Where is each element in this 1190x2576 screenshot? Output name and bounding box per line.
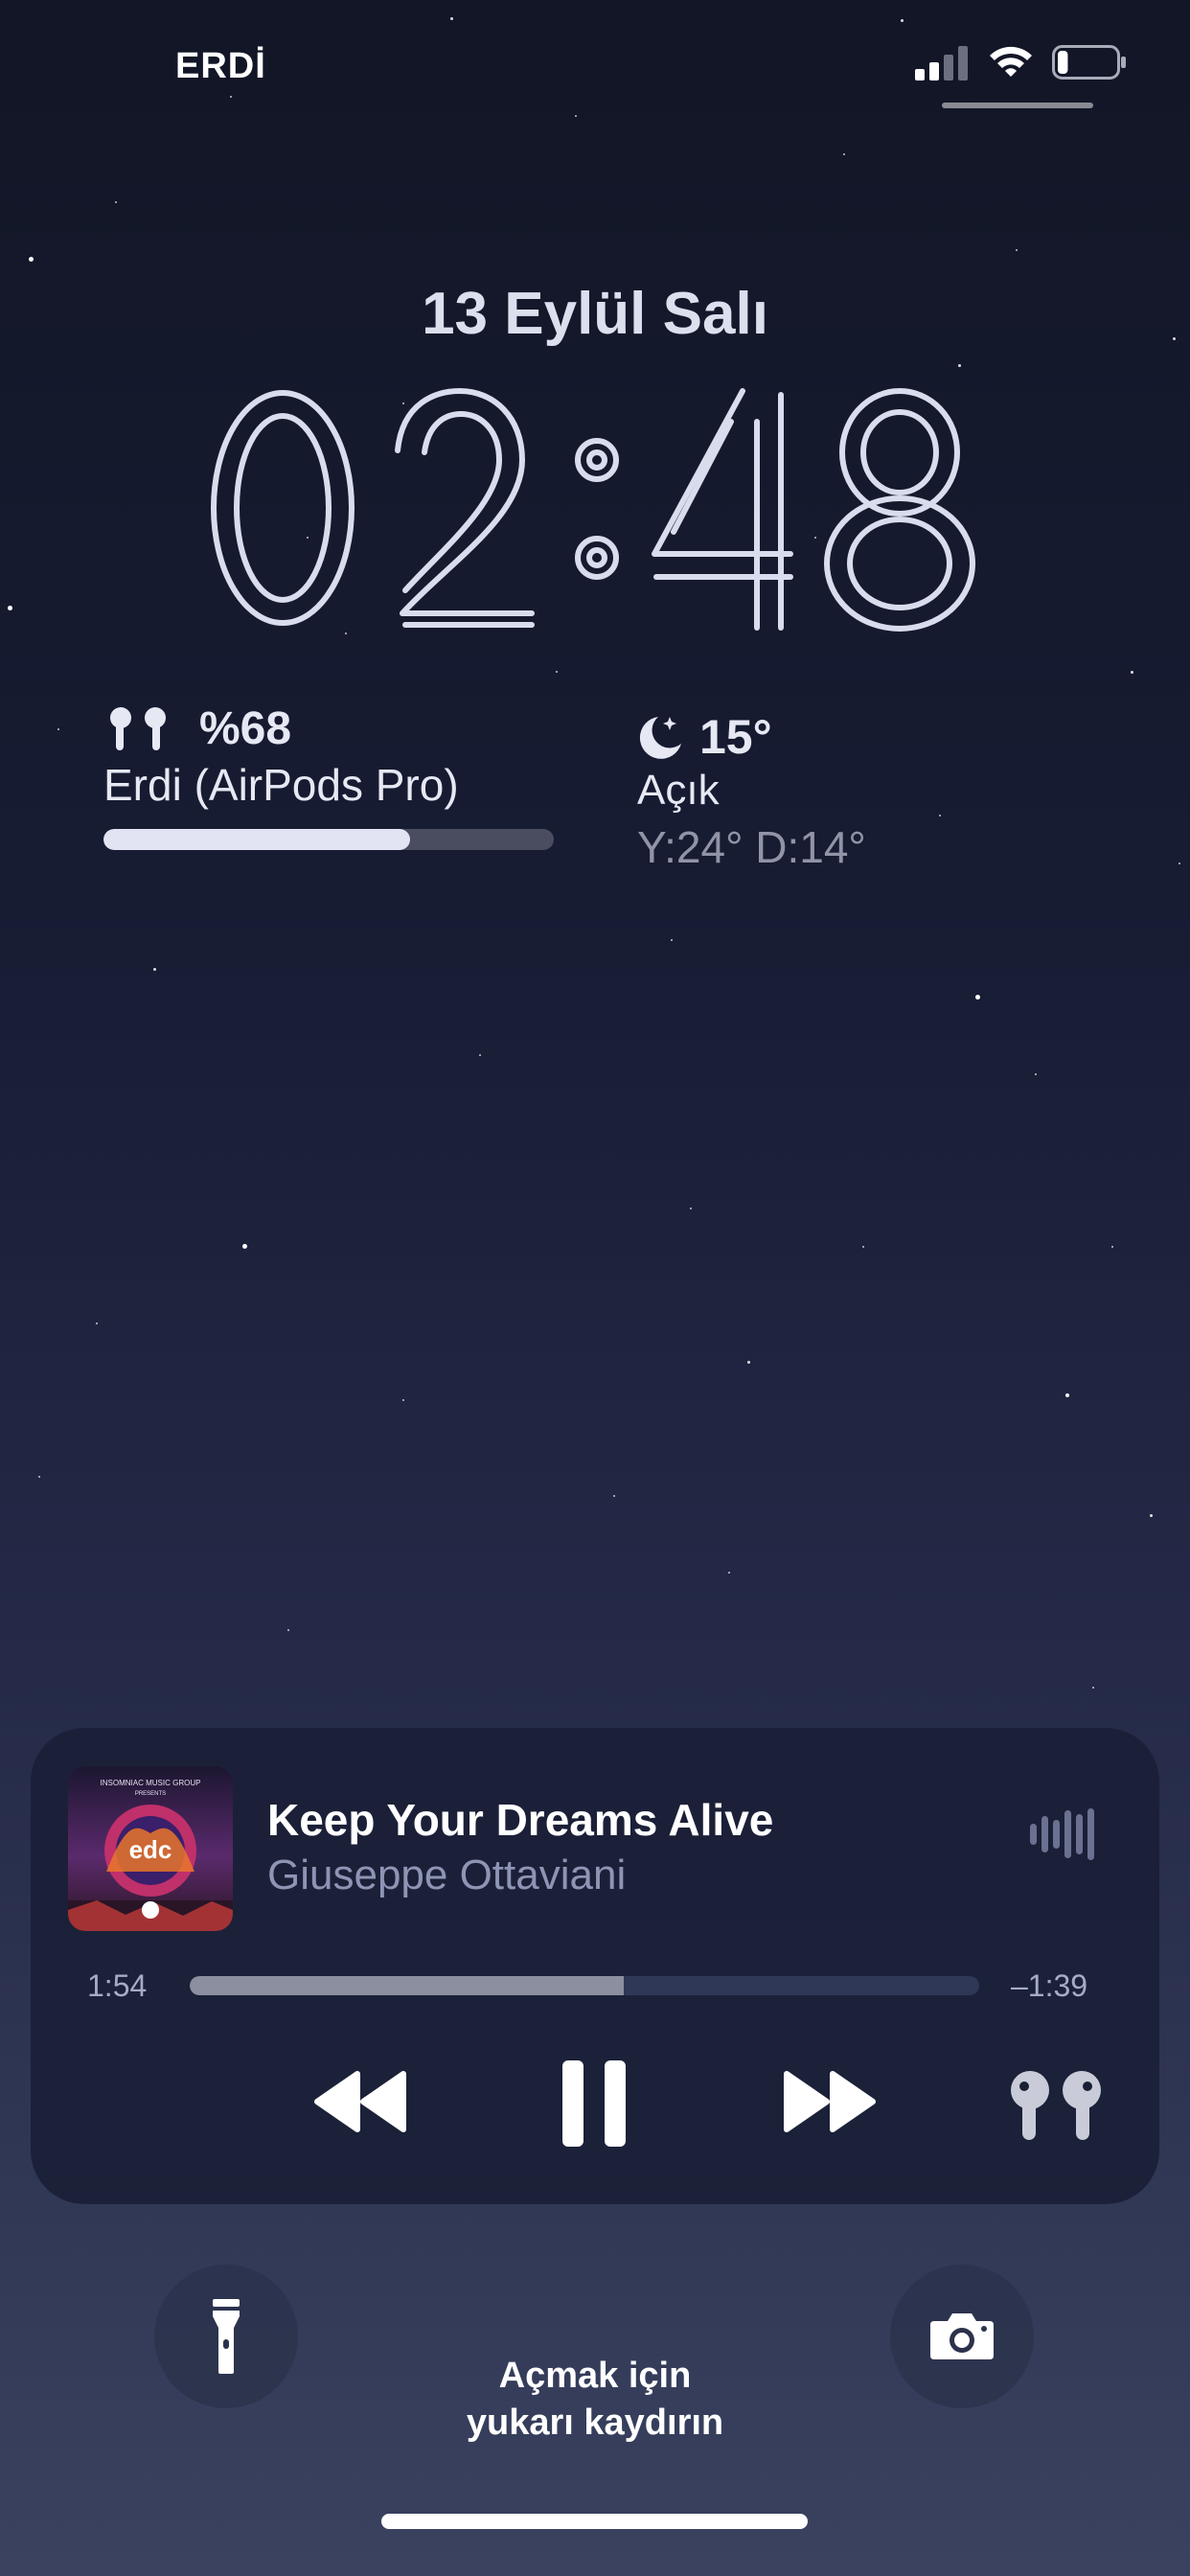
star xyxy=(1111,1246,1113,1248)
song-artist[interactable]: Giuseppe Ottaviani xyxy=(267,1852,626,1899)
song-title[interactable]: Keep Your Dreams Alive xyxy=(267,1794,773,1846)
airpods-icon xyxy=(110,707,166,750)
star xyxy=(728,1572,730,1574)
star xyxy=(939,815,941,816)
rewind-icon xyxy=(314,2071,406,2132)
star xyxy=(975,995,980,1000)
remaining-time: –1:39 xyxy=(1011,1968,1088,2003)
album-artwork-image: INSOMNIAC MUSIC GROUP PRESENTS edc xyxy=(68,1766,233,1931)
star xyxy=(575,115,577,117)
star xyxy=(843,153,845,155)
star xyxy=(901,19,904,22)
weather-temperature: 15° xyxy=(699,710,772,764)
star xyxy=(671,939,673,941)
weather-high-low: Y:24° D:14° xyxy=(637,822,866,872)
airpods-battery-percent: %68 xyxy=(199,703,292,754)
artwork-label-top: INSOMNIAC MUSIC GROUP xyxy=(101,1779,201,1787)
star xyxy=(57,728,59,730)
swipe-hint-line-2: yukarı kaydırın xyxy=(466,2403,724,2443)
star xyxy=(287,1629,289,1631)
star xyxy=(450,17,453,20)
album-artwork[interactable]: INSOMNIAC MUSIC GROUP PRESENTS edc xyxy=(68,1766,233,1931)
star xyxy=(242,1244,247,1249)
star xyxy=(153,968,156,971)
star xyxy=(1035,1073,1037,1075)
lock-date: 13 Eylül Salı xyxy=(422,281,768,347)
home-indicator[interactable] xyxy=(381,2514,808,2529)
star xyxy=(230,96,232,98)
star xyxy=(38,1476,40,1478)
lock-clock xyxy=(211,388,975,632)
airpods-icon xyxy=(1011,2071,1101,2140)
star xyxy=(8,606,12,610)
weather-condition: Açık xyxy=(637,767,720,814)
cellular-signal-icon xyxy=(915,46,968,80)
star xyxy=(96,1322,98,1324)
playback-scrubber-fill xyxy=(190,1976,625,1995)
star xyxy=(690,1208,692,1209)
airpods-battery-bar xyxy=(103,829,554,850)
rewind-button[interactable] xyxy=(311,2068,409,2135)
battery-icon xyxy=(1052,45,1126,80)
swipe-hint-line-1: Açmak için xyxy=(498,2356,692,2396)
star xyxy=(747,1361,750,1364)
swipe-to-unlock-hint: Açmak için yukarı kaydırın xyxy=(0,2353,1190,2447)
airpods-battery-bar-fill xyxy=(103,829,410,850)
artwork-label-sub: PRESENTS xyxy=(135,1791,166,1797)
moon-icon xyxy=(639,717,681,759)
star xyxy=(862,1246,864,1248)
pause-button[interactable] xyxy=(561,2058,628,2149)
waveform-icon[interactable] xyxy=(1028,1806,1095,1862)
airpods-device-name: Erdi (AirPods Pro) xyxy=(103,760,459,810)
star xyxy=(29,257,34,262)
fast-forward-button[interactable] xyxy=(781,2068,879,2135)
star xyxy=(115,201,117,203)
star xyxy=(345,632,347,634)
playback-scrubber[interactable] xyxy=(190,1976,979,1995)
status-bar-indicator xyxy=(942,103,1093,108)
star xyxy=(958,364,961,367)
elapsed-time: 1:54 xyxy=(87,1968,148,2003)
star xyxy=(479,1054,481,1056)
star xyxy=(1179,862,1180,864)
star xyxy=(1065,1393,1069,1397)
audio-output-button[interactable] xyxy=(1003,2065,1109,2142)
star xyxy=(1092,1687,1094,1689)
star xyxy=(1131,671,1133,674)
pause-icon xyxy=(562,2060,626,2147)
wifi-icon xyxy=(990,46,1032,77)
artwork-logo: edc xyxy=(129,1835,172,1864)
star xyxy=(402,1399,404,1401)
star xyxy=(556,671,558,673)
carrier-label: ERDİ xyxy=(175,46,266,86)
star xyxy=(1150,1514,1153,1517)
star xyxy=(613,1495,615,1497)
star xyxy=(1016,249,1018,251)
fast-forward-icon xyxy=(784,2071,876,2132)
